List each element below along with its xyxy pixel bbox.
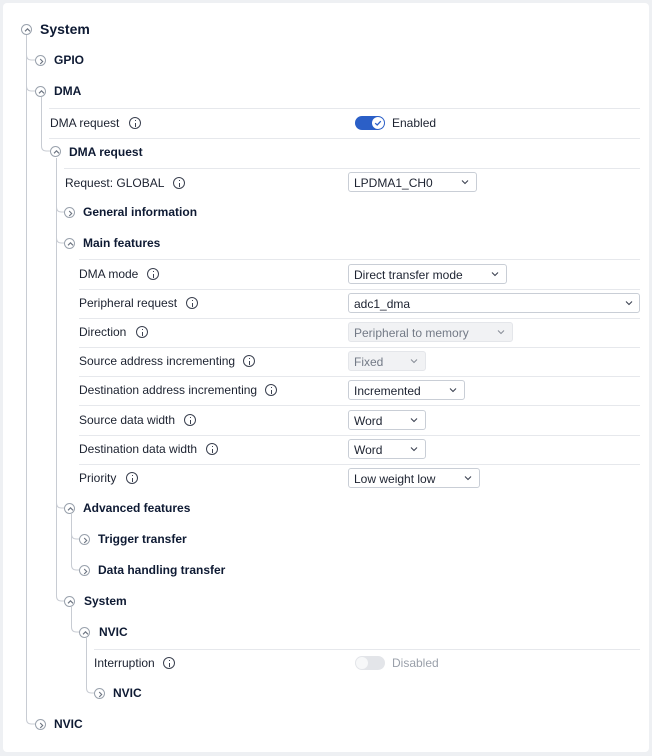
interruption-label: Interruption: [94, 656, 155, 670]
chevron-down-icon: [461, 180, 469, 185]
source-data-width-value: Word: [354, 414, 383, 428]
chevron-down-icon: [410, 447, 418, 452]
check-icon: [374, 120, 382, 126]
dma-mode-select-value: Direct transfer mode: [354, 268, 463, 282]
expand-toggle-icon[interactable]: [64, 207, 75, 218]
collapse-toggle-icon[interactable]: [50, 146, 61, 157]
row-separator: [64, 168, 640, 169]
expand-toggle-icon[interactable]: [35, 55, 46, 66]
row-separator: [79, 347, 640, 348]
tree-node-system-sub[interactable]: System: [84, 594, 127, 608]
row-separator: [49, 138, 640, 139]
chevron-down-icon: [410, 418, 418, 423]
collapse-toggle-icon[interactable]: [64, 503, 75, 514]
source-address-incrementing-label: Source address incrementing: [79, 354, 236, 368]
priority-select-value: Low weight low: [354, 472, 436, 486]
chevron-down-icon: [625, 301, 633, 306]
chevron-down-icon: [497, 330, 505, 335]
dma-request-state: Enabled: [392, 116, 437, 130]
expand-toggle-icon[interactable]: [35, 719, 46, 730]
dma-mode-select[interactable]: Direct transfer mode: [348, 264, 507, 284]
row-separator: [79, 435, 640, 436]
row-separator: [79, 318, 640, 319]
tree-node-gpio[interactable]: GPIO: [54, 53, 84, 67]
info-icon[interactable]: [136, 326, 148, 338]
chevron-down-icon: [464, 476, 472, 481]
tree-node-nvic-leaf[interactable]: NVIC: [113, 686, 142, 700]
destination-address-incrementing-value: Incremented: [354, 384, 421, 398]
tree-node-data-handling-transfer[interactable]: Data handling transfer: [98, 563, 225, 577]
dma-request-label: DMA request: [50, 116, 120, 130]
info-icon[interactable]: [243, 355, 255, 367]
request-global-label: Request: GLOBAL: [65, 176, 165, 190]
request-select-value: LPDMA1_CH0: [354, 176, 433, 190]
info-icon[interactable]: [129, 117, 141, 129]
request-select[interactable]: LPDMA1_CH0: [348, 172, 477, 192]
dma-request-toggle[interactable]: [355, 116, 385, 130]
tree-node-advanced-features[interactable]: Advanced features: [83, 501, 190, 515]
row-separator: [79, 376, 640, 377]
expand-toggle-icon[interactable]: [79, 534, 90, 545]
tree-node-trigger-transfer[interactable]: Trigger transfer: [98, 532, 187, 546]
destination-address-incrementing-label: Destination address incrementing: [79, 383, 258, 397]
destination-data-width-label: Destination data width: [79, 442, 198, 456]
priority-select[interactable]: Low weight low: [348, 468, 480, 488]
info-icon[interactable]: [206, 443, 218, 455]
interruption-state: Disabled: [392, 656, 439, 670]
tree-node-system[interactable]: System: [40, 21, 90, 37]
direction-label: Direction: [79, 325, 127, 339]
collapse-toggle-icon[interactable]: [79, 627, 90, 638]
row-separator: [79, 289, 640, 290]
dma-mode-label: DMA mode: [79, 267, 139, 281]
destination-data-width-value: Word: [354, 443, 383, 457]
source-data-width-label: Source data width: [79, 413, 176, 427]
chevron-down-icon: [491, 272, 499, 277]
collapse-toggle-icon[interactable]: [21, 24, 32, 35]
row-separator: [79, 405, 640, 406]
destination-data-width-select[interactable]: Word: [348, 439, 426, 459]
tree-node-dma[interactable]: DMA: [54, 84, 81, 98]
collapse-toggle-icon[interactable]: [64, 596, 75, 607]
chevron-down-icon: [410, 359, 418, 364]
info-icon[interactable]: [147, 268, 159, 280]
row-separator: [49, 108, 640, 109]
info-icon[interactable]: [126, 472, 138, 484]
source-data-width-select[interactable]: Word: [348, 410, 426, 430]
row-separator: [79, 259, 640, 260]
tree-node-dma-request[interactable]: DMA request: [69, 145, 143, 159]
info-icon[interactable]: [163, 657, 175, 669]
toggle-knob: [372, 117, 384, 129]
configuration-tree-panel: System GPIO DMA DMA request Enabled DMA …: [3, 3, 649, 752]
direction-select: Peripheral to memory: [348, 322, 513, 342]
tree-node-nvic-sub[interactable]: NVIC: [99, 625, 128, 639]
collapse-toggle-icon[interactable]: [35, 86, 46, 97]
info-icon[interactable]: [184, 414, 196, 426]
peripheral-request-select[interactable]: adc1_dma: [348, 293, 640, 313]
source-address-incrementing-value: Fixed: [354, 355, 384, 369]
tree-node-nvic-root[interactable]: NVIC: [54, 717, 83, 731]
destination-address-incrementing-select[interactable]: Incremented: [348, 380, 465, 400]
direction-select-value: Peripheral to memory: [354, 326, 469, 340]
info-icon[interactable]: [173, 177, 185, 189]
expand-toggle-icon[interactable]: [94, 688, 105, 699]
info-icon[interactable]: [265, 384, 277, 396]
row-separator: [79, 464, 640, 465]
tree-node-main-features[interactable]: Main features: [83, 236, 160, 250]
info-icon[interactable]: [186, 297, 198, 309]
tree-node-general-information[interactable]: General information: [83, 205, 197, 219]
interruption-toggle: [355, 656, 385, 670]
priority-label: Priority: [79, 471, 117, 485]
chevron-down-icon: [449, 388, 457, 393]
peripheral-request-label: Peripheral request: [79, 296, 178, 310]
expand-toggle-icon[interactable]: [79, 565, 90, 576]
toggle-knob: [356, 657, 368, 669]
collapse-toggle-icon[interactable]: [64, 238, 75, 249]
peripheral-request-select-value: adc1_dma: [354, 297, 411, 311]
row-separator: [94, 649, 640, 650]
source-address-incrementing-select: Fixed: [348, 351, 426, 371]
